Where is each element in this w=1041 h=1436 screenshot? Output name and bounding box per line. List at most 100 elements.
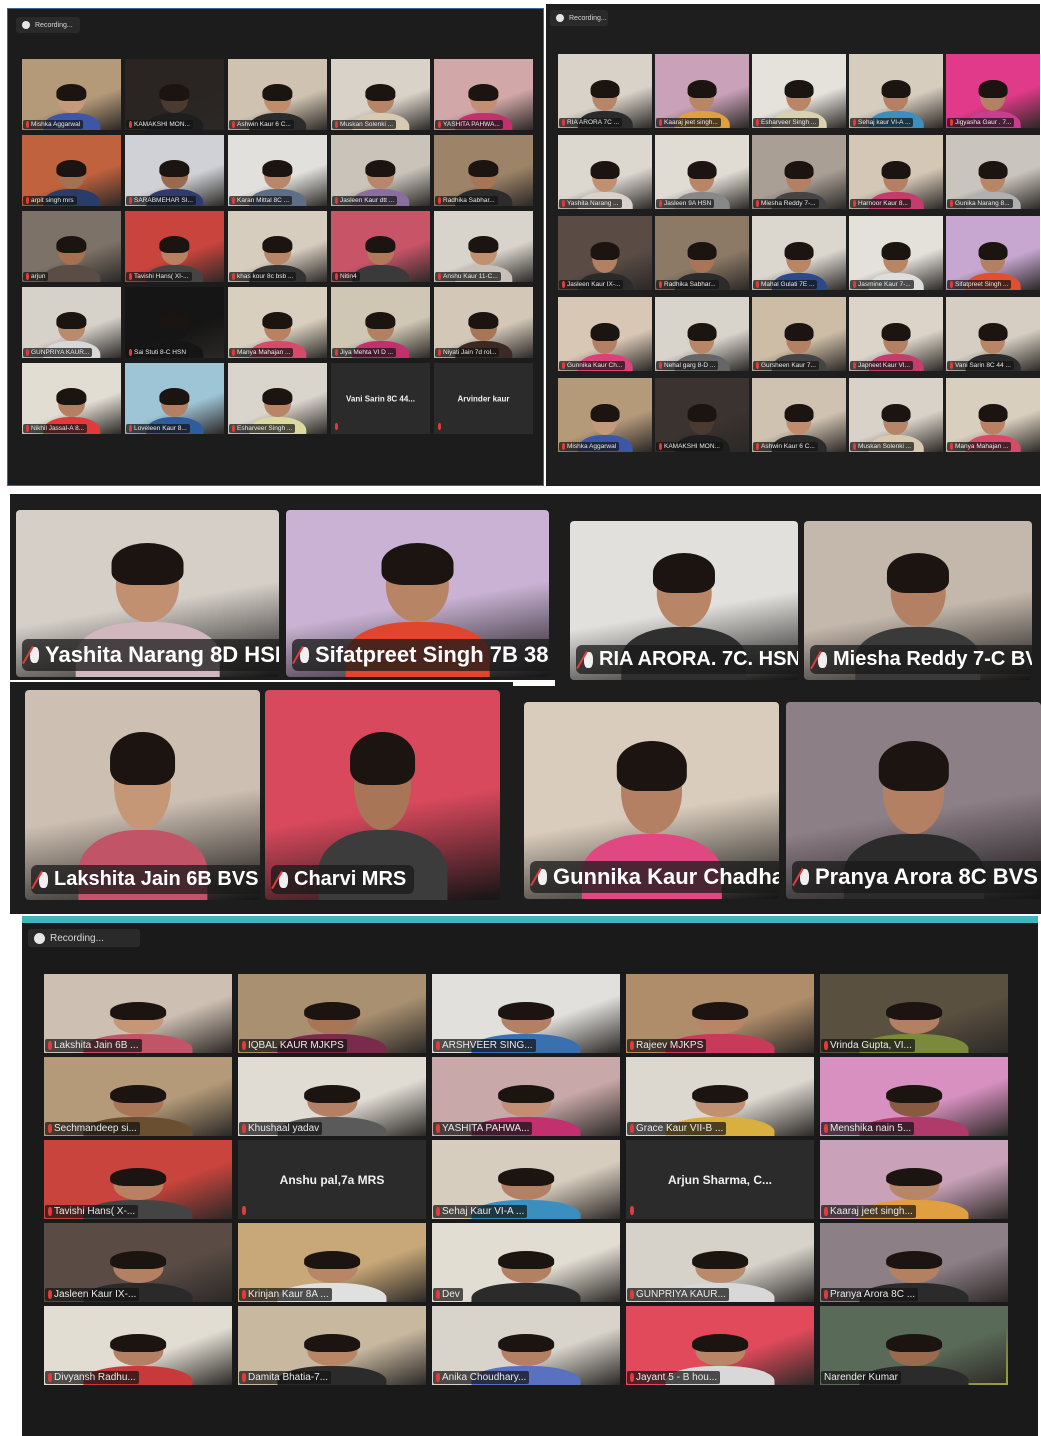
participant-tile[interactable]: arpit singh mrs (22, 135, 121, 206)
participant-tile[interactable]: Sechmandeep si... (44, 1057, 232, 1136)
participant-tile[interactable]: Ashwin Kaur 6 C... (752, 378, 846, 452)
participant-tile[interactable]: Nikhil Jassal-A 8... (22, 363, 121, 434)
participant-tile[interactable]: KAMAKSHI MON... (125, 59, 224, 130)
participant-name: Sifatpreet Singh 7B 38 HSN (315, 642, 549, 667)
participant-tile[interactable]: Kaaraj jeet singh... (820, 1140, 1008, 1219)
participant-tile[interactable]: Yashita Narang ... (558, 135, 652, 209)
participant-tile[interactable]: IQBAL KAUR MJKPS (238, 974, 426, 1053)
participant-tile[interactable]: Manya Mahajan ... (946, 378, 1040, 452)
speaker-tile[interactable]: Sifatpreet Singh 7B 38 HSN (286, 510, 549, 677)
participant-tile[interactable]: Gunnika Kaur Ch... (558, 297, 652, 371)
participant-tile[interactable]: Grace Kaur VII-B ... (626, 1057, 814, 1136)
speaker-tile[interactable]: Lakshita Jain 6B BVS H... (25, 690, 260, 900)
participant-tile[interactable]: Tavishi Hans( XI-... (125, 211, 224, 282)
participant-tile[interactable]: Rajeev MJKPS (626, 974, 814, 1053)
participant-tile[interactable]: Tavishi Hans( X-... (44, 1140, 232, 1219)
participant-tile[interactable]: Jasleen Kaur dtt ... (331, 135, 430, 206)
participant-tile[interactable]: Ashwin Kaur 6 C... (228, 59, 327, 130)
participant-tile[interactable]: Vani Sarin 8C 44 ... (946, 297, 1040, 371)
participant-tile[interactable]: Krinjan Kaur 8A ... (238, 1223, 426, 1302)
speaker-tile[interactable]: Yashita Narang 8D HSN (16, 510, 279, 677)
participant-tile[interactable]: Loveleen Kaur 8... (125, 363, 224, 434)
speaker-tile[interactable]: Gunnika Kaur Chadha , cl... (524, 702, 779, 899)
participant-tile[interactable]: Jigyasha Gaur . 7... (946, 54, 1040, 128)
participant-tile[interactable]: Muskan Solenki ... (849, 378, 943, 452)
participant-tile[interactable]: Nitin4 (331, 211, 430, 282)
participant-tile[interactable]: GUNPRIYA KAUR... (626, 1223, 814, 1302)
recording-indicator[interactable]: Recording... (16, 17, 80, 33)
muted-mic-icon (824, 1207, 828, 1216)
participant-tile[interactable]: khas kour 8c bsb ... (228, 211, 327, 282)
participant-tile[interactable]: Harnoor Kaur 8... (849, 135, 943, 209)
participant-tile[interactable]: Anika Choudhary... (432, 1306, 620, 1385)
participant-tile[interactable]: Mishka Aggarwal (22, 59, 121, 130)
muted-mic-icon (950, 200, 953, 207)
participant-tile[interactable]: Sehaj kaur VI-A ... (849, 54, 943, 128)
participant-name-tag: Lakshita Jain 6B ... (45, 1039, 142, 1052)
speaker-tile[interactable]: Miesha Reddy 7-C BVS h... (804, 521, 1032, 680)
participant-tile[interactable]: Muskan Solenki ... (331, 59, 430, 130)
participant-tile[interactable]: Karan Mittal 8C ... (228, 135, 327, 206)
participant-tile[interactable]: Vrinda Gupta, VI... (820, 974, 1008, 1053)
participant-tile[interactable]: Dev (432, 1223, 620, 1302)
muted-mic-icon (853, 362, 856, 369)
participant-tile[interactable]: Vani Sarin 8C 44... (331, 363, 430, 434)
participant-tile[interactable]: SARABMEHAR SI... (125, 135, 224, 206)
participant-tile[interactable]: RIA ARORA 7C ... (558, 54, 652, 128)
participant-tile[interactable]: Sehaj Kaur VI-A ... (432, 1140, 620, 1219)
participant-tile[interactable]: Sifatpreet Singh ... (946, 216, 1040, 290)
participant-name-tag: KAMAKSHI MON... (126, 120, 193, 129)
participant-tile[interactable]: Divyansh Radhu... (44, 1306, 232, 1385)
participant-tile[interactable]: Damita Bhatia-7... (238, 1306, 426, 1385)
participant-tile[interactable]: GUNPRIYA KAUR... (22, 287, 121, 358)
participant-tile[interactable]: Kaaraj jeet singh... (655, 54, 749, 128)
participant-tile[interactable]: Esharveer Singh ... (228, 363, 327, 434)
participant-tile[interactable]: Radhika Sabhar... (434, 135, 533, 206)
participant-tile[interactable]: Jayant 5 - B hou... (626, 1306, 814, 1385)
participant-tile[interactable]: Mishka Aggarwal (558, 378, 652, 452)
participant-tile[interactable]: Japneet Kaur VI... (849, 297, 943, 371)
participant-tile[interactable]: Radhika Sabhar... (655, 216, 749, 290)
participant-tile[interactable]: Gunika Narang 8... (946, 135, 1040, 209)
participant-tile[interactable]: Nehal garg 8-D ... (655, 297, 749, 371)
participant-tile[interactable]: Khushaal yadav (238, 1057, 426, 1136)
muted-mic-icon (232, 273, 235, 280)
participant-tile[interactable]: Arvinder kaur (434, 363, 533, 434)
participant-tile[interactable]: YASHITA PAHWA... (432, 1057, 620, 1136)
speaker-tile[interactable]: Pranya Arora 8C BVS (786, 702, 1041, 899)
participant-tile[interactable]: Jasleen Kaur IX-... (558, 216, 652, 290)
participant-name: Anshu Kaur 11-C... (443, 273, 498, 280)
participant-tile[interactable]: YASHITA PAHWA... (434, 59, 533, 130)
participant-tile[interactable]: Gursheen Kaur 7... (752, 297, 846, 371)
participant-tile[interactable]: Niyati Jain 7d rol... (434, 287, 533, 358)
participant-name-tag: Rajeev MJKPS (627, 1039, 707, 1052)
participant-tile[interactable]: Jasleen 9A HSN (655, 135, 749, 209)
participant-tile[interactable]: Sai Stuti 8-C HSN (125, 287, 224, 358)
muted-mic-icon (950, 443, 953, 450)
participant-tile[interactable]: Anshu Kaur 11-C... (434, 211, 533, 282)
participant-tile[interactable]: Manya Mahajan ... (228, 287, 327, 358)
participant-tile[interactable]: Pranya Arora 8C ... (820, 1223, 1008, 1302)
participant-tile[interactable]: Anshu pal,7a MRS (238, 1140, 426, 1219)
participant-tile[interactable]: Mahal Gulati 7E ... (752, 216, 846, 290)
participant-tile[interactable]: Narender Kumar (820, 1306, 1008, 1385)
participant-tile[interactable]: arjun (22, 211, 121, 282)
recording-indicator[interactable]: Recording... (550, 10, 608, 26)
participant-tile[interactable]: Miesha Reddy 7-... (752, 135, 846, 209)
participant-tile[interactable]: Jasleen Kaur IX-... (44, 1223, 232, 1302)
muted-mic-icon (853, 200, 856, 207)
participant-name-tag: YASHITA PAHWA... (435, 120, 503, 129)
participant-tile[interactable]: Arjun Sharma, C... (626, 1140, 814, 1219)
speaker-tile[interactable]: Charvi MRS (265, 690, 500, 900)
participant-tile[interactable]: ARSHVEER SING... (432, 974, 620, 1053)
participant-tile[interactable]: Menshika nain 5... (820, 1057, 1008, 1136)
speaker-tile[interactable]: RIA ARORA. 7C. HSN Ho... (570, 521, 798, 680)
participant-tile[interactable]: KAMAKSHI MON... (655, 378, 749, 452)
participant-name-tag: Manya Mahajan ... (229, 348, 294, 357)
participant-hair (159, 235, 190, 253)
participant-tile[interactable]: Jiya Mehta VI D ... (331, 287, 430, 358)
participant-tile[interactable]: Lakshita Jain 6B ... (44, 974, 232, 1053)
recording-indicator[interactable]: Recording... (28, 929, 140, 947)
participant-tile[interactable]: Jasmine Kaur 7-... (849, 216, 943, 290)
participant-tile[interactable]: Esharveer Singh ... (752, 54, 846, 128)
